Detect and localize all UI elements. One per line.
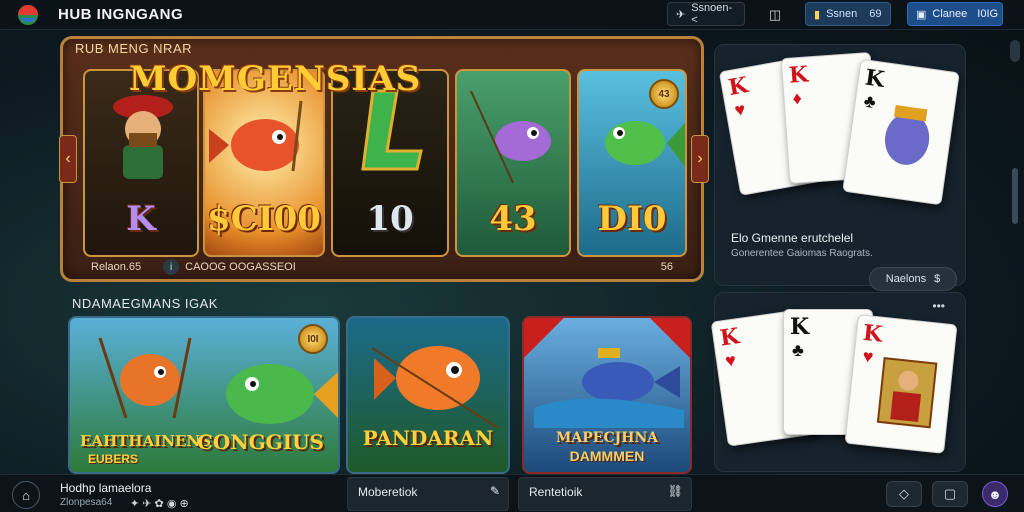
window-icon: ▣: [916, 8, 927, 21]
game-tile-3[interactable]: PANDARAN: [346, 316, 510, 474]
tile-4-sub: DAMMMEN: [569, 448, 645, 464]
reel-5-coin-badge: 43: [649, 79, 679, 109]
featured-heading: RUB MENG NRAR: [75, 41, 193, 56]
card-king-fish-icon: [885, 105, 930, 165]
reel-3-symbol: 10: [366, 199, 414, 239]
scrollbar-thumb[interactable]: [1012, 168, 1018, 224]
user-avatar-icon[interactable]: ☻: [982, 481, 1008, 507]
tab-1[interactable]: Moberetiok ✎: [347, 477, 509, 511]
edit-icon: ✎: [489, 484, 500, 498]
featured-slot-panel: RUB MENG NRAR K $CI00 10 43 43 DI0 MOMGE…: [59, 36, 709, 282]
info-icon[interactable]: i: [163, 259, 180, 275]
plane-icon: ✈: [676, 8, 686, 21]
footer-title: Hodhp lamaelora: [60, 481, 152, 495]
app-title: HUB INGNGANG: [58, 6, 184, 23]
promo-subtitle: Gonerentee Gaiomas Raograts.: [731, 248, 873, 259]
purple-fish-icon: [470, 90, 551, 184]
reel-5-symbol: DI0: [597, 199, 667, 239]
footer-mid-text: CAOOG OOGASSEOI: [185, 261, 296, 273]
more-icon[interactable]: •••: [932, 299, 945, 313]
bottom-bar: ⌂ Hodhp lamaelora Zlonpesa64 ✦ ✈ ✿ ◉ ⊕ M…: [0, 474, 1024, 512]
featured-footer: Relaon.65 i CAOOG OOGASSEOI 56: [91, 257, 673, 277]
orange-fish-rod-icon: [371, 346, 499, 429]
tile-4-name: MAPECJHNA: [555, 430, 659, 446]
promo-title: Elo Gmenne erutchelel: [731, 231, 854, 245]
flag-icon: ▮: [814, 8, 821, 21]
section-title: NDAMAEGMANS IGAK: [72, 296, 218, 311]
diamond-icon[interactable]: ◇: [886, 481, 922, 507]
playing-card-3: K ♣: [842, 58, 960, 206]
link-icon: ⛓: [667, 484, 683, 498]
reel-4-symbol: 43: [489, 199, 537, 239]
ribbon-right-icon: [650, 318, 690, 358]
app-logo-icon[interactable]: [14, 4, 42, 26]
footer-small-icons[interactable]: ✦ ✈ ✿ ◉ ⊕: [130, 497, 189, 510]
tab-2[interactable]: Rentetioik ⛓: [518, 477, 692, 511]
footer-left-text: Relaon.65: [91, 261, 142, 273]
card-game-promo[interactable]: K ♥ K ♦ K ♣ Elo Gmenne erutchelel Gonere…: [714, 44, 966, 291]
tile-3-name: PANDARAN: [362, 426, 494, 450]
nav-button-3[interactable]: ▣ Clanee I0IG: [907, 2, 1003, 26]
card-king-portrait-icon: [876, 357, 938, 429]
game-tile-1[interactable]: I0I EAHTHAINENS EUBERS CONGGIUS: [68, 316, 340, 474]
tile-1-coin-badge: I0I: [298, 324, 328, 354]
nav-button-2[interactable]: ▮ Ssnen 69: [805, 2, 891, 26]
lower-playing-card-3: K ♥: [844, 314, 958, 454]
reel-1-symbol: K: [126, 199, 156, 239]
footer-right-text: 56: [660, 261, 673, 273]
footer-subtitle: Zlonpesa64: [60, 497, 113, 508]
lower-card-group[interactable]: ••• K ♥ K ♣ K ♥: [710, 292, 966, 472]
tile-2-name: CONGGIUS: [196, 430, 324, 454]
reel-5[interactable]: 43 DI0: [577, 69, 687, 257]
dollar-icon: $: [934, 273, 941, 285]
reel-2-symbol: $CI00: [207, 199, 321, 239]
hero-title: MOMGENSIAS: [129, 59, 422, 99]
scroll-up-button[interactable]: [1010, 40, 1020, 62]
panel-toggle-icon[interactable]: ◫: [764, 4, 786, 26]
tile-1-sub: EUBERS: [88, 452, 139, 466]
top-bar: HUB INGNGANG ✈ Ssnoen-< ◫ ▮ Ssnen 69 ▣ C…: [0, 0, 1024, 30]
chat-icon[interactable]: ▢: [932, 481, 968, 507]
home-icon[interactable]: ⌂: [12, 481, 40, 509]
game-tile-4[interactable]: MAPECJHNA DAMMMEN: [522, 316, 692, 474]
ribbon-left-icon: [524, 318, 564, 358]
next-arrow-button[interactable]: ›: [691, 135, 709, 183]
prev-arrow-button[interactable]: ‹: [59, 135, 77, 183]
promo-button[interactable]: Naelons $: [869, 267, 957, 291]
reel-4[interactable]: 43: [455, 69, 571, 257]
nav-button-1[interactable]: ✈ Ssnoen-<: [667, 2, 745, 26]
